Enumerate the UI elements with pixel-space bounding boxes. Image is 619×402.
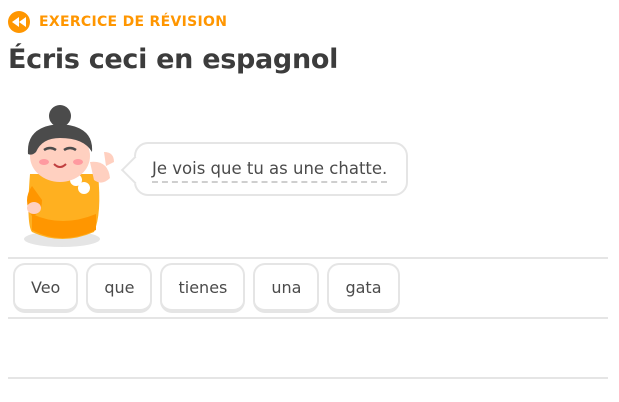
character-illustration [18, 104, 128, 250]
answer-line-bottom [8, 377, 608, 379]
review-banner[interactable]: EXERCICE DE RÉVISION [8, 11, 227, 33]
word-chip-una[interactable]: una [253, 263, 320, 313]
word-chip-tienes[interactable]: tienes [160, 263, 246, 313]
word-chip-que[interactable]: que [86, 263, 153, 313]
answer-line-top [8, 257, 608, 259]
word-chip-veo[interactable]: Veo [13, 263, 79, 313]
prompt-sentence-text[interactable]: Je vois que tu as une chatte. [152, 159, 388, 183]
answer-line-middle [8, 317, 608, 319]
page-title: Écris ceci en espagnol [8, 44, 339, 75]
word-chip-gata[interactable]: gata [327, 263, 400, 313]
review-label: EXERCICE DE RÉVISION [39, 14, 228, 30]
speech-bubble: Je vois que tu as une chatte. [120, 142, 408, 196]
word-bank: Veo que tienes una gata [13, 263, 400, 313]
rewind-icon [8, 11, 30, 33]
prompt-sentence[interactable]: Je vois que tu as une chatte. [152, 159, 388, 183]
